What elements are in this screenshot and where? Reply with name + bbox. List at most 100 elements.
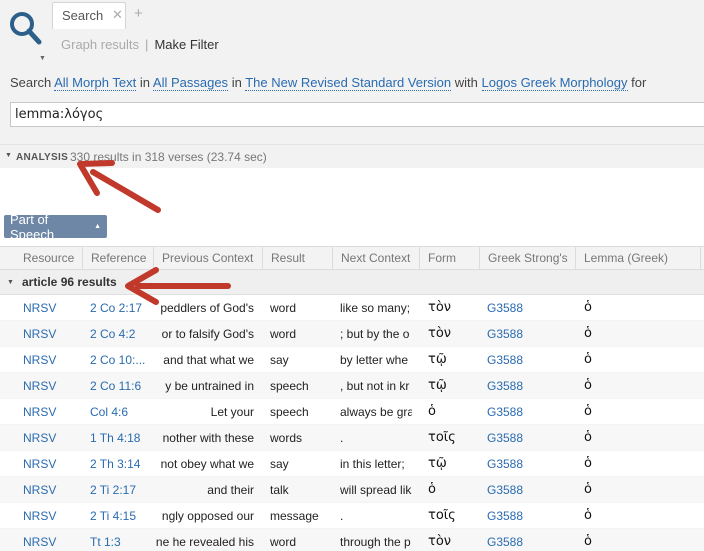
strongs-link[interactable]: G3588 [487,321,571,347]
passage-range-link[interactable]: All Passages [152,75,229,91]
reference-link[interactable]: 1 Th 4:18 [90,425,152,451]
table-row[interactable]: NRSV 2 Co 10:... and that what we say by let… [0,347,704,373]
column-header-resource[interactable]: Resource [15,247,83,270]
morphology-link[interactable]: Logos Greek Morphology [481,75,628,91]
previous-context-cell: and their [154,477,254,503]
strongs-link[interactable]: G3588 [487,425,571,451]
toolbar: ▼ Search ✕ + Graph results | Make Filter [0,0,704,66]
reference-link[interactable]: 2 Co 4:2 [90,321,152,347]
lemma-cell: ὁ [584,482,592,497]
add-tab-icon[interactable]: + [134,5,143,22]
table-row[interactable]: NRSV 2 Co 4:2 or to falsify God's word ; but… [0,321,704,347]
reference-link[interactable]: 2 Ti 2:17 [90,477,152,503]
resource-cell[interactable]: NRSV [23,321,83,347]
resource-cell[interactable]: NRSV [23,529,83,551]
next-context-cell: by letter whe [340,353,409,367]
results-summary: 330 results in 318 verses (23.74 sec) [70,150,267,164]
result-cell: message [270,509,319,523]
strongs-link[interactable]: G3588 [487,347,571,373]
lemma-cell: ὁ [584,326,592,341]
column-header-previous-context[interactable]: Previous Context [154,247,263,270]
lemma-cell: ὁ [584,430,592,445]
form-cell: ὁ [428,404,436,419]
next-context-cell: . [340,509,344,523]
column-header-reference[interactable]: Reference [83,247,154,270]
column-header-greek-strongs[interactable]: Greek Strong's [480,247,576,270]
resource-cell[interactable]: NRSV [23,451,83,477]
table-row[interactable]: NRSV Col 4:6 Let your speech always be gra ὁ G… [0,399,704,425]
strongs-link[interactable]: G3588 [487,503,571,529]
reference-link[interactable]: Tt 1:3 [90,529,152,551]
column-header-lemma[interactable]: Lemma (Greek) [576,247,701,270]
analysis-bar[interactable]: ▼ ANALYSIS 330 results in 318 verses (23… [0,144,704,168]
strongs-link[interactable]: G3588 [487,529,571,551]
result-cell: talk [270,483,289,497]
caret-up-icon: ▲ [94,223,101,230]
version-link[interactable]: The New Revised Standard Version [245,75,452,91]
previous-context-text: and that what we [163,353,254,367]
form-cell: τῷ [428,456,447,471]
table-row[interactable]: NRSV 2 Th 3:14 not obey what we say in this … [0,451,704,477]
table-row[interactable]: NRSV 2 Co 2:17 peddlers of God's word like s… [0,295,704,321]
chevron-down-icon[interactable]: ▼ [5,152,12,159]
table-row[interactable]: NRSV 2 Ti 4:15 ngly opposed our message. τοῖ… [0,503,704,529]
previous-context-text: not obey what we [160,457,254,471]
search-target-link[interactable]: All Morph Text [54,75,137,91]
search-input[interactable] [10,102,704,127]
arrow-annotation-1 [77,160,161,213]
strongs-link[interactable]: G3588 [487,295,571,321]
next-context-cell: through the p [340,535,411,549]
previous-context-cell: not obey what we [154,451,254,477]
part-of-speech-button[interactable]: Part of Speech ▲ [4,212,107,242]
resource-cell[interactable]: NRSV [23,399,83,425]
resource-cell[interactable]: NRSV [23,347,83,373]
table-row[interactable]: NRSV 1 Th 4:18 nother with these words. τοῖς… [0,425,704,451]
previous-context-cell: Let your [154,399,254,425]
previous-context-cell: and that what we [154,347,254,373]
reference-link[interactable]: 2 Co 10:... [90,347,152,373]
query-for: for [631,75,647,90]
form-cell: ὁ [428,482,436,497]
previous-context-cell: y be untrained in [154,373,254,399]
previous-context-text: nother with these [162,431,254,445]
column-header-result[interactable]: Result [263,247,333,270]
chevron-down-icon[interactable]: ▼ [39,55,46,62]
reference-link[interactable]: 2 Th 3:14 [90,451,152,477]
result-cell: say [270,353,289,367]
form-cell: τοῖς [428,508,456,523]
graph-results-link[interactable]: Graph results [61,37,139,52]
tab-search[interactable]: Search ✕ [52,2,126,29]
next-context-cell: , but not in kr [340,379,410,393]
resource-cell[interactable]: NRSV [23,477,83,503]
reference-link[interactable]: 2 Co 11:6 [90,373,152,399]
form-cell: τῷ [428,352,447,367]
query-with: with [454,75,478,90]
strongs-link[interactable]: G3588 [487,451,571,477]
table-row[interactable]: NRSV 2 Ti 2:17 and their talk will spread li… [0,477,704,503]
chevron-down-icon[interactable]: ▼ [7,279,14,286]
lemma-cell: ὁ [584,404,592,419]
table-row[interactable]: NRSV Tt 1:3 ne he revealed his word through … [0,529,704,551]
strongs-link[interactable]: G3588 [487,399,571,425]
resource-cell[interactable]: NRSV [23,295,83,321]
strongs-link[interactable]: G3588 [487,373,571,399]
column-header-form[interactable]: Form [420,247,480,270]
form-cell: τὸν [428,326,452,341]
column-header-next-context[interactable]: Next Context [333,247,420,270]
previous-context-text: and their [207,483,254,497]
next-context-cell: like so many; [340,301,411,315]
resource-cell[interactable]: NRSV [23,425,83,451]
reference-link[interactable]: Col 4:6 [90,399,152,425]
resource-cell[interactable]: NRSV [23,373,83,399]
close-icon[interactable]: ✕ [112,7,123,23]
group-row[interactable]: ▼ article 96 results [0,270,704,295]
analysis-label: ANALYSIS [16,152,69,163]
table-row[interactable]: NRSV 2 Co 11:6 y be untrained in speech , bu… [0,373,704,399]
resource-cell[interactable]: NRSV [23,503,83,529]
previous-context-cell: nother with these [154,425,254,451]
form-cell: τὸν [428,300,452,315]
reference-link[interactable]: 2 Ti 4:15 [90,503,152,529]
make-filter-link[interactable]: Make Filter [154,37,218,52]
strongs-link[interactable]: G3588 [487,477,571,503]
reference-link[interactable]: 2 Co 2:17 [90,295,152,321]
